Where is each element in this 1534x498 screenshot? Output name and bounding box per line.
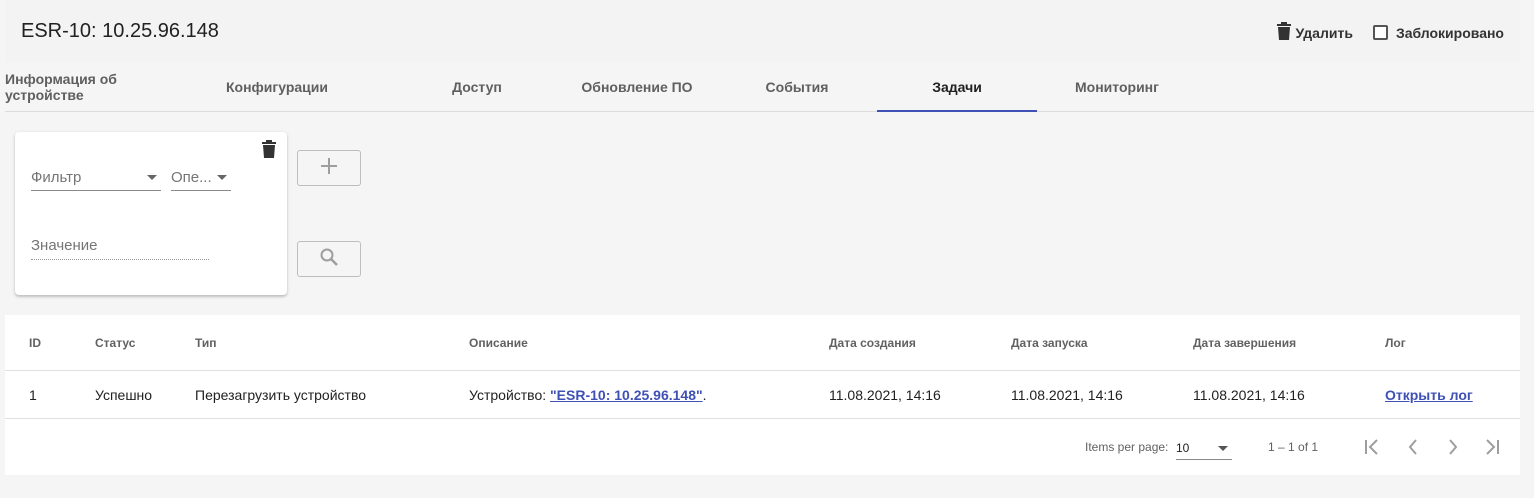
column-header-created[interactable]: Дата создания bbox=[829, 315, 916, 370]
tab-events[interactable]: События bbox=[717, 63, 877, 111]
next-page-button[interactable] bbox=[1439, 434, 1467, 462]
tasks-table: ID Статус Тип Описание Дата создания Дат… bbox=[5, 315, 1520, 475]
locked-checkbox[interactable]: Заблокировано bbox=[1372, 24, 1504, 41]
cell-status: Успешно bbox=[95, 386, 153, 403]
last-page-icon bbox=[1482, 438, 1500, 458]
device-header: ESR-10: 10.25.96.148 Удалить Заблокирова… bbox=[5, 0, 1520, 63]
page-size-value: 10 bbox=[1176, 441, 1190, 455]
column-header-type[interactable]: Тип bbox=[195, 315, 217, 370]
chevron-right-icon bbox=[1447, 438, 1459, 458]
filter-operator-placeholder: Опе... bbox=[171, 169, 212, 186]
tab-firmware-update[interactable]: Обновление ПО bbox=[557, 63, 717, 111]
checkbox-box[interactable] bbox=[1372, 25, 1388, 40]
column-header-id[interactable]: ID bbox=[29, 315, 41, 370]
table-row: 1 Успешно Перезагрузить устройство Устро… bbox=[5, 371, 1520, 419]
chevron-left-icon bbox=[1407, 438, 1419, 458]
tab-monitoring[interactable]: Мониторинг bbox=[1037, 63, 1197, 111]
items-per-page-label: Items per page: bbox=[1085, 440, 1169, 454]
filter-value-input[interactable] bbox=[31, 232, 209, 260]
table-header-row: ID Статус Тип Описание Дата создания Дат… bbox=[5, 315, 1520, 371]
filter-card: Фильтр Опе... bbox=[15, 132, 287, 295]
page-range-label: 1 – 1 of 1 bbox=[1268, 440, 1319, 454]
search-icon bbox=[320, 248, 338, 271]
description-suffix: . bbox=[702, 386, 707, 403]
trash-icon bbox=[1277, 22, 1292, 43]
previous-page-button[interactable] bbox=[1399, 434, 1427, 462]
first-page-button[interactable] bbox=[1359, 434, 1387, 462]
open-log-link[interactable]: Открыть лог bbox=[1385, 387, 1473, 403]
tab-configurations[interactable]: Конфигурации bbox=[197, 63, 357, 111]
remove-filter-icon[interactable] bbox=[262, 140, 276, 163]
last-page-button[interactable] bbox=[1477, 434, 1505, 462]
first-page-icon bbox=[1364, 438, 1382, 458]
delete-button[interactable]: Удалить bbox=[1277, 22, 1353, 43]
chevron-down-icon bbox=[1218, 446, 1228, 451]
cell-finished: 11.08.2021, 14:16 bbox=[1193, 386, 1305, 403]
search-button[interactable] bbox=[297, 241, 361, 277]
cell-log: Открыть лог bbox=[1385, 371, 1473, 418]
page-size-select[interactable]: 10 bbox=[1176, 436, 1232, 460]
delete-label: Удалить bbox=[1295, 24, 1353, 41]
filter-field-placeholder: Фильтр bbox=[31, 169, 82, 186]
column-header-started[interactable]: Дата запуска bbox=[1011, 315, 1088, 370]
filter-field-select[interactable]: Фильтр bbox=[31, 165, 161, 191]
column-header-finished[interactable]: Дата завершения bbox=[1193, 315, 1296, 370]
chevron-down-icon bbox=[217, 175, 227, 180]
tab-bar: Информация об устройстве Конфигурации До… bbox=[5, 63, 1534, 112]
cell-created: 11.08.2021, 14:16 bbox=[829, 386, 941, 403]
cell-id: 1 bbox=[29, 386, 37, 403]
tab-device-info[interactable]: Информация об устройстве bbox=[5, 63, 165, 111]
column-header-status[interactable]: Статус bbox=[95, 315, 135, 370]
filter-operator-select[interactable]: Опе... bbox=[171, 165, 231, 191]
column-header-log[interactable]: Лог bbox=[1385, 315, 1406, 370]
locked-label: Заблокировано bbox=[1395, 24, 1504, 41]
chevron-down-icon bbox=[147, 175, 157, 180]
description-prefix: Устройство: bbox=[469, 386, 551, 403]
plus-icon bbox=[321, 157, 337, 179]
column-header-description[interactable]: Описание bbox=[469, 315, 528, 370]
cell-started: 11.08.2021, 14:16 bbox=[1011, 386, 1123, 403]
page-title: ESR-10: 10.25.96.148 bbox=[21, 20, 219, 42]
device-link[interactable]: "ESR-10: 10.25.96.148" bbox=[550, 387, 703, 403]
paginator: Items per page: 10 1 – 1 of 1 bbox=[5, 419, 1520, 475]
cell-type: Перезагрузить устройство bbox=[195, 386, 367, 403]
tab-access[interactable]: Доступ bbox=[397, 63, 557, 111]
cell-description: Устройство: "ESR-10: 10.25.96.148" . bbox=[469, 371, 707, 418]
header-actions: Удалить Заблокировано bbox=[1277, 22, 1504, 43]
tab-tasks[interactable]: Задачи bbox=[877, 63, 1037, 112]
add-filter-button[interactable] bbox=[297, 150, 361, 186]
